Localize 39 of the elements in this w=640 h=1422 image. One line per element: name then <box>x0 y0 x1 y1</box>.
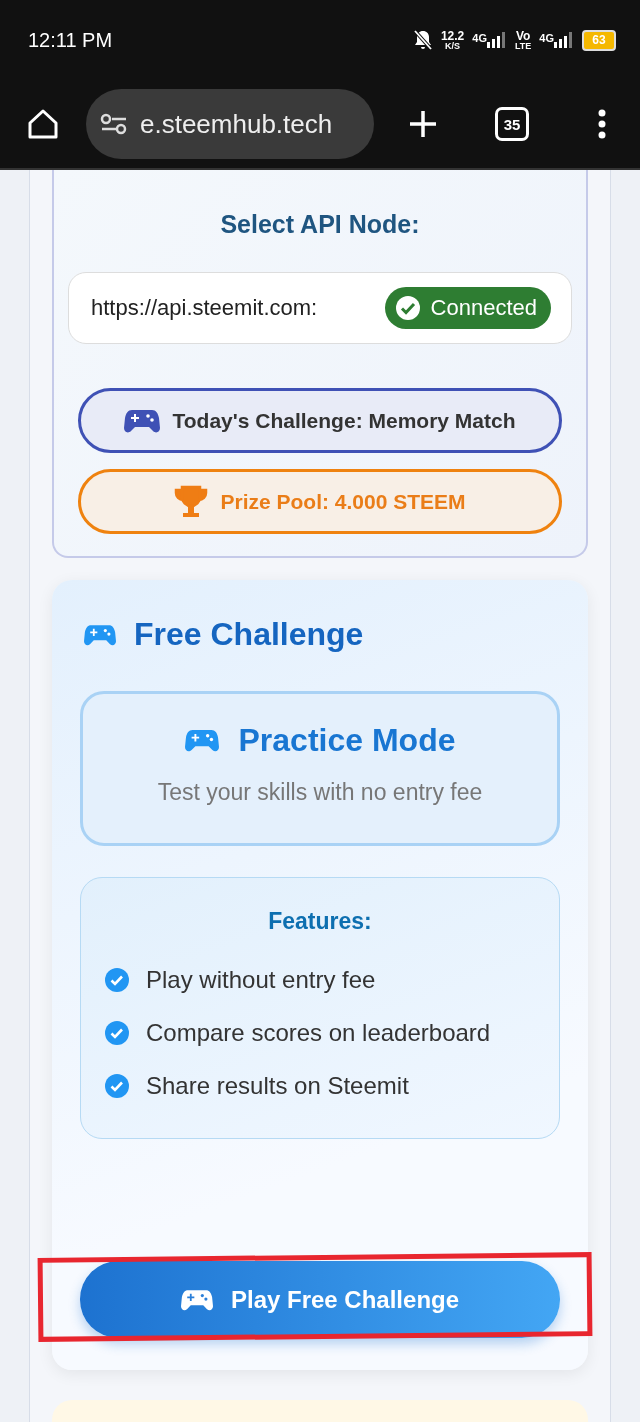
volte-label: LTE <box>514 41 532 51</box>
play-free-challenge-button[interactable]: Play Free Challenge <box>80 1261 560 1338</box>
section-heading: Select API Node: <box>219 210 421 239</box>
new-tab-icon[interactable] <box>407 108 439 140</box>
site-settings-icon[interactable] <box>100 113 128 135</box>
url-text: e.steemhub.tech <box>140 108 333 140</box>
features-heading: Features: <box>267 908 373 935</box>
feature-text: Share results on Steemit <box>146 1071 409 1100</box>
trophy-icon <box>174 484 209 519</box>
address-bar[interactable]: e.steemhub.tech <box>86 89 374 159</box>
feature-text: Compare scores on leaderboard <box>146 1018 491 1047</box>
signal-icon <box>552 32 574 48</box>
network-type: 4G <box>472 32 487 44</box>
gamepad-icon <box>184 728 219 753</box>
more-options-icon[interactable] <box>597 109 607 139</box>
api-node-selector[interactable]: https://api.steemit.com: Connected <box>68 272 572 344</box>
battery-indicator: 63 <box>582 29 616 51</box>
check-circle-icon <box>105 967 129 992</box>
gamepad-icon <box>124 407 161 434</box>
network-type: 4G <box>539 32 554 44</box>
check-circle-icon <box>105 1073 129 1098</box>
network-speed: 12.2 <box>440 29 465 42</box>
clock: 12:11 PM <box>28 28 113 52</box>
speed-unit: K/S <box>445 41 461 51</box>
mode-subtitle: Test your skills with no entry fee <box>157 779 483 806</box>
card-title: Free Challenge <box>134 616 364 653</box>
gamepad-icon <box>180 1287 213 1312</box>
volte-label: Vo <box>515 29 531 42</box>
node-url: https://api.steemit.com: <box>91 295 318 321</box>
bell-off-icon <box>412 29 433 51</box>
prize-text: Prize Pool: 4.000 STEEM <box>220 489 466 514</box>
check-circle-icon <box>105 1020 129 1045</box>
mode-title: Practice Mode <box>238 722 456 759</box>
home-icon[interactable] <box>26 107 60 141</box>
feature-text: Play without entry fee <box>146 965 376 994</box>
challenge-text: Today's Challenge: Memory Match <box>172 408 516 433</box>
gamepad-icon <box>84 622 116 647</box>
tab-count-button[interactable]: 35 <box>495 107 529 141</box>
connection-badge: Connected <box>384 287 551 329</box>
